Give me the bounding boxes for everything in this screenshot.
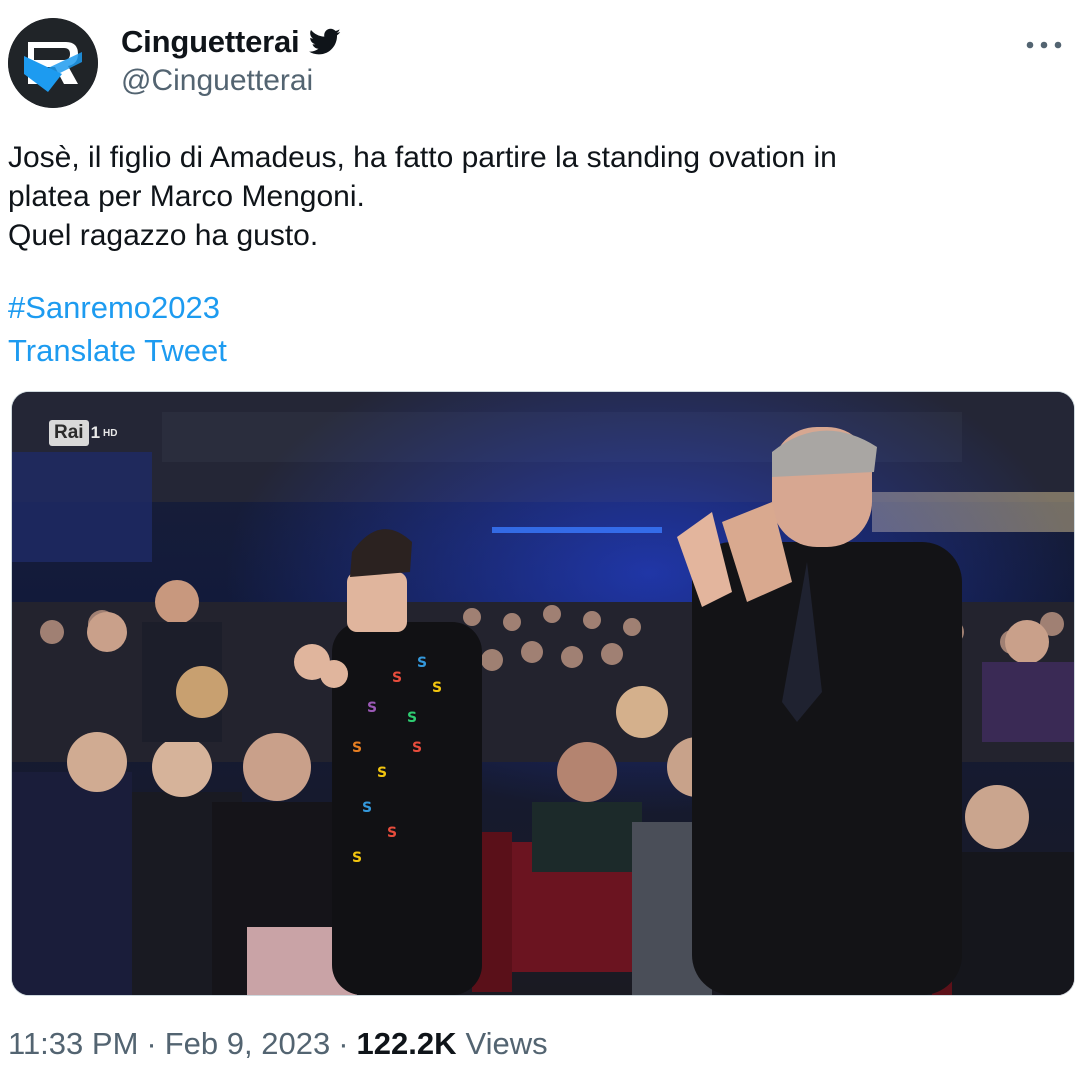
- svg-text:S: S: [352, 850, 362, 866]
- user-handle[interactable]: @Cinguetterai: [121, 64, 341, 98]
- svg-text:S: S: [392, 670, 402, 686]
- display-name[interactable]: Cinguetterai: [121, 24, 300, 60]
- audience-photo: S S S S S S S S S S S: [12, 392, 1074, 995]
- hashtag-link[interactable]: #Sanremo2023: [8, 290, 220, 326]
- svg-text:S: S: [417, 655, 427, 671]
- svg-text:S: S: [412, 740, 422, 756]
- more-options-button[interactable]: [1018, 30, 1070, 60]
- cinguetterai-logo-icon: [8, 18, 98, 108]
- tweet-card: Cinguetterai @Cinguetterai Josè, il figl…: [0, 0, 1080, 1075]
- name-row: Cinguetterai: [121, 22, 341, 62]
- twitter-bird-icon: [309, 28, 341, 56]
- tweet-text-line: Quel ragazzo ha gusto.: [8, 219, 319, 252]
- svg-text:S: S: [387, 825, 397, 841]
- tweet-text-line: platea per Marco Mengoni.: [8, 180, 365, 213]
- tweet-media-image[interactable]: S S S S S S S S S S S Rai 1 HD: [11, 391, 1075, 996]
- channel-number: 1: [90, 423, 101, 442]
- tweet-date[interactable]: Feb 9, 2023: [165, 1026, 330, 1062]
- separator: ·: [338, 1026, 349, 1061]
- svg-text:S: S: [362, 800, 372, 816]
- avatar[interactable]: [8, 18, 98, 108]
- translate-tweet-link[interactable]: Translate Tweet: [8, 333, 227, 369]
- tweet-text-line: Josè, il figlio di Amadeus, ha fatto par…: [8, 141, 837, 174]
- channel-quality: HD: [103, 427, 118, 439]
- tweet-text: Josè, il figlio di Amadeus, ha fatto par…: [8, 138, 1068, 255]
- views-label: Views: [465, 1026, 548, 1061]
- svg-text:S: S: [352, 740, 362, 756]
- svg-text:S: S: [367, 700, 377, 716]
- svg-text:S: S: [377, 765, 387, 781]
- separator: ·: [146, 1026, 157, 1061]
- rai-logo-text: Rai: [49, 420, 89, 446]
- more-dots-icon: [1026, 41, 1062, 49]
- svg-text:S: S: [432, 680, 442, 696]
- user-info: Cinguetterai @Cinguetterai: [121, 22, 341, 98]
- broadcaster-logo: Rai 1 HD: [49, 420, 118, 446]
- svg-text:S: S: [407, 710, 417, 726]
- tweet-meta: 11:33 PM · Feb 9, 2023 · 122.2K Views: [8, 1026, 548, 1062]
- views-count: 122.2K: [356, 1026, 457, 1061]
- tweet-time[interactable]: 11:33 PM: [8, 1026, 138, 1062]
